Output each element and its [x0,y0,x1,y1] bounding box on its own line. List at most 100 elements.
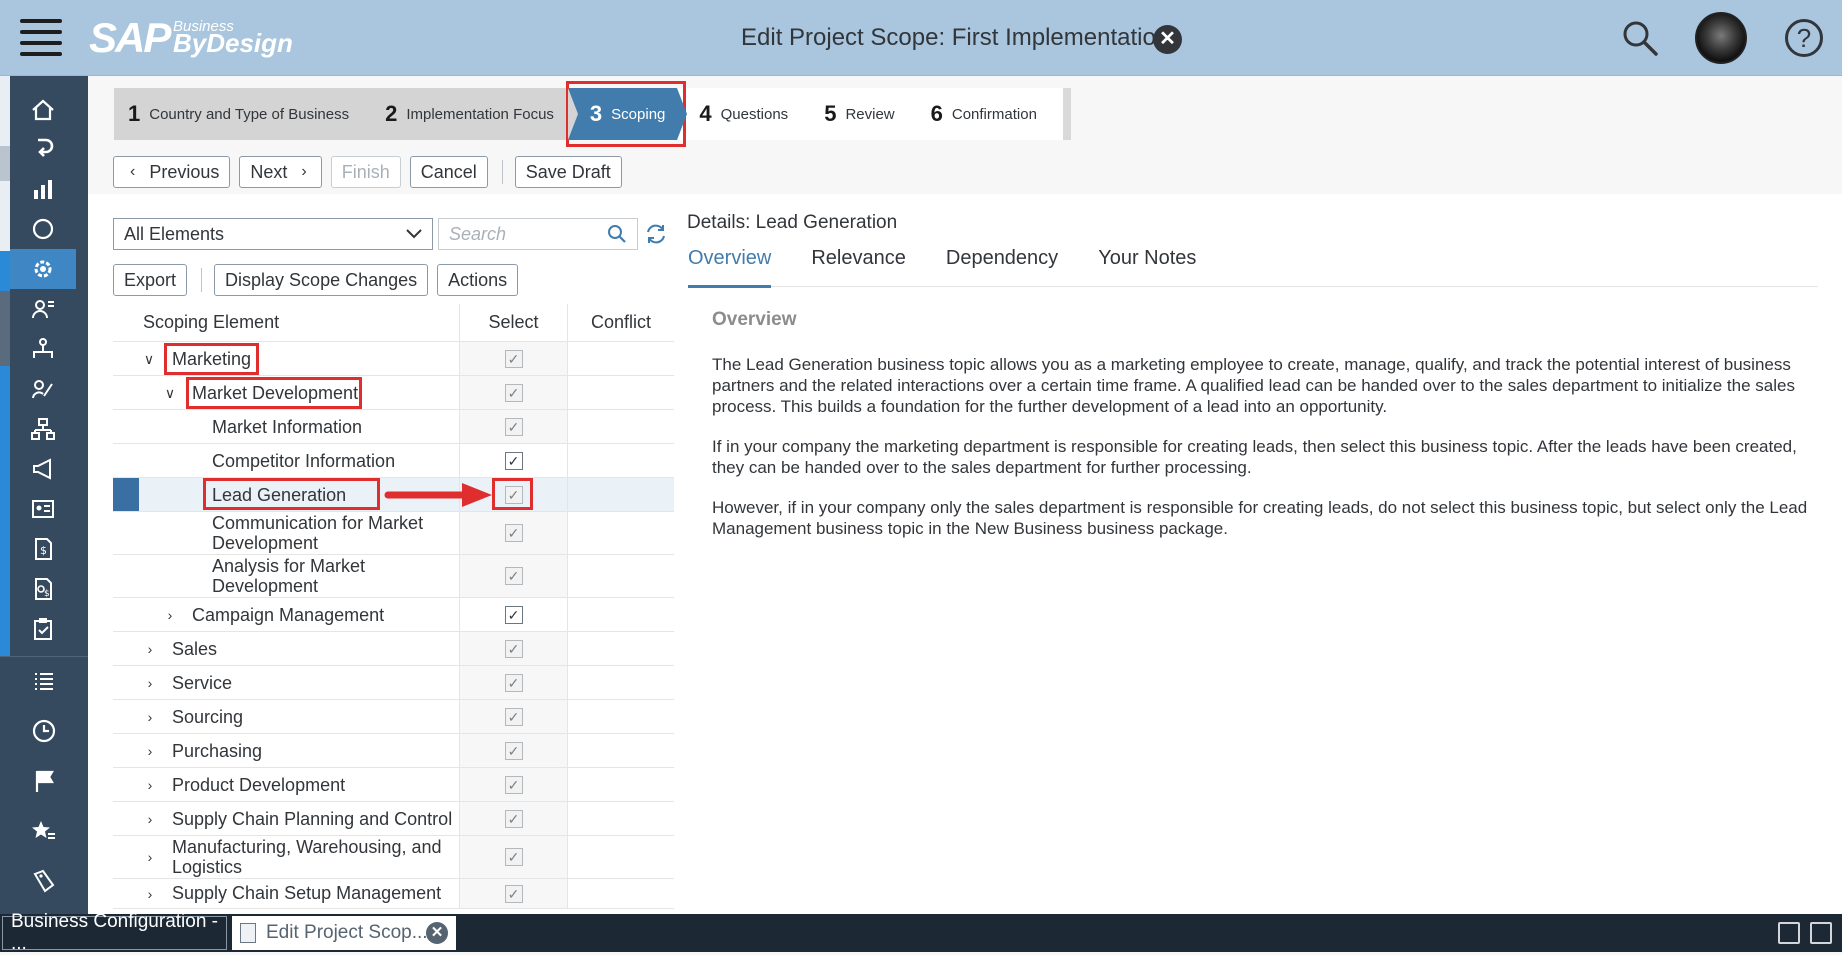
column-header-element[interactable]: Scoping Element [113,304,460,341]
roadmap-step-2[interactable]: 2 Implementation Focus [363,88,578,140]
taskbar-item-edit-project-scope[interactable]: Edit Project Scop... ✕ [232,916,456,950]
sidebar-bottom [0,656,88,914]
menu-icon[interactable] [18,12,64,62]
select-checkbox[interactable]: ✓ [504,707,523,726]
tab-your-notes[interactable]: Your Notes [1098,247,1196,287]
select-checkbox[interactable]: ✓ [504,524,523,542]
select-checkbox[interactable]: ✓ [504,809,523,828]
favorites-star-icon[interactable] [11,811,77,851]
circle-icon[interactable] [10,209,76,249]
chevron-right-icon[interactable]: › [141,810,159,828]
tree-row[interactable]: › Service ✓ [113,666,674,700]
select-checkbox[interactable]: ✓ [504,605,523,624]
touch-mode-icon[interactable] [1778,922,1800,944]
refresh-icon[interactable] [638,218,674,250]
close-all-icon[interactable] [1810,922,1832,944]
column-header-conflict[interactable]: Conflict [568,304,674,341]
column-header-select[interactable]: Select [460,304,568,341]
roadmap-step-4[interactable]: 4 Questions [677,88,813,140]
tree-row[interactable]: › Campaign Management ✓ [113,598,674,632]
tab-dependency[interactable]: Dependency [946,247,1058,287]
chevron-right-icon[interactable]: › [161,606,179,624]
expense-report-icon[interactable]: $ [10,569,76,609]
select-checkbox[interactable]: ✓ [504,639,523,658]
invoice-icon[interactable]: $ [10,529,76,569]
select-checkbox[interactable]: ✓ [504,383,523,402]
chevron-right-icon[interactable]: › [141,885,159,903]
finish-button[interactable]: Finish [330,156,401,188]
tree-row[interactable]: › Purchasing ✓ [113,734,674,768]
select-checkbox[interactable]: ✓ [504,417,523,436]
details-title: Details: Lead Generation [687,212,898,233]
settings-gear-icon[interactable] [10,249,76,289]
chevron-right-icon[interactable]: › [141,640,159,658]
tree-row[interactable]: › Supply Chain Setup Management ✓ [113,879,674,909]
avatar[interactable] [1695,12,1747,64]
clipboard-check-icon[interactable] [10,609,76,649]
save-draft-button[interactable]: Save Draft [514,156,622,188]
display-scope-changes-button[interactable]: Display Scope Changes [214,264,429,296]
search-icon[interactable] [607,224,627,244]
annotation-arrow-icon [384,483,492,507]
chevron-right-icon[interactable]: › [141,742,159,760]
select-checkbox[interactable]: ✓ [504,848,523,866]
chevron-down-icon[interactable]: ∨ [161,384,179,402]
org-hierarchy-icon[interactable] [10,329,76,369]
tree-row[interactable]: › Manufacturing, Warehousing, and Logisti… [113,836,674,879]
chevron-down-icon[interactable]: ∨ [140,350,158,368]
tree-toolbar: Export Display Scope Changes Actions [113,264,527,296]
select-checkbox[interactable]: ✓ [504,673,523,692]
select-checkbox[interactable]: ✓ [504,451,523,470]
tree-row[interactable]: › Product Development ✓ [113,768,674,802]
help-icon[interactable]: ? [1785,19,1823,57]
previous-button[interactable]: ‹ Previous [113,156,231,188]
next-button[interactable]: Next › [239,156,322,188]
chart-icon[interactable] [10,169,76,209]
list-icon[interactable] [11,661,77,701]
clock-icon[interactable] [11,711,77,751]
svg-text:$: $ [44,589,50,599]
edit-user-icon[interactable] [10,369,76,409]
details-tabs: Overview Relevance Dependency Your Notes [688,247,1818,288]
roadmap-step-5[interactable]: 5 Review [802,88,919,140]
chevron-right-icon[interactable]: › [141,708,159,726]
contact-card-icon[interactable] [10,489,76,529]
tree-row[interactable]: Market Information ✓ [113,410,674,444]
select-checkbox[interactable]: ✓ [504,567,523,585]
tree-row[interactable]: › Supply Chain Planning and Control ✓ [113,802,674,836]
tab-overview[interactable]: Overview [688,247,772,288]
wizard-toolbar: ‹ Previous Next › Finish Cancel Save Draft [113,156,631,188]
taskbar-item-business-configuration[interactable]: Business Configuration - ... [2,911,227,954]
user-list-icon[interactable] [10,289,76,329]
tree-row[interactable]: Communication for Market Development ✓ [113,512,674,555]
search-input[interactable]: Search [438,218,638,250]
network-icon[interactable] [10,409,76,449]
chevron-right-icon[interactable]: › [141,848,159,866]
roadmap-step-6[interactable]: 6 Confirmation [908,88,1063,140]
chevron-right-icon[interactable]: › [141,776,159,794]
tree-row[interactable]: Competitor Information ✓ [113,444,674,478]
tags-icon[interactable] [11,861,77,901]
roadmap-step-1[interactable]: 1 Country and Type of Business [114,88,374,140]
tree-row[interactable]: › Sourcing ✓ [113,700,674,734]
select-checkbox[interactable]: ✓ [504,741,523,760]
megaphone-icon[interactable] [10,449,76,489]
close-tab-icon[interactable]: ✕ [426,922,448,944]
search-icon[interactable] [1620,18,1660,58]
flag-icon[interactable] [11,761,77,801]
close-icon[interactable]: ✕ [1153,25,1182,54]
select-checkbox[interactable]: ✓ [504,349,523,368]
element-filter-select[interactable]: All Elements [113,218,433,250]
tab-relevance[interactable]: Relevance [811,247,906,287]
tree-row[interactable]: › Sales ✓ [113,632,674,666]
select-checkbox[interactable]: ✓ [504,884,523,903]
refresh-arrow-icon[interactable] [10,129,76,169]
select-checkbox[interactable]: ✓ [504,775,523,794]
chevron-right-icon[interactable]: › [141,674,159,692]
export-button[interactable]: Export [113,264,188,296]
cancel-button[interactable]: Cancel [409,156,488,188]
home-icon[interactable] [10,90,76,130]
actions-button[interactable]: Actions [437,264,519,296]
highlight-box-lead-generation [203,478,380,510]
tree-row[interactable]: Analysis for Market Development ✓ [113,555,674,598]
